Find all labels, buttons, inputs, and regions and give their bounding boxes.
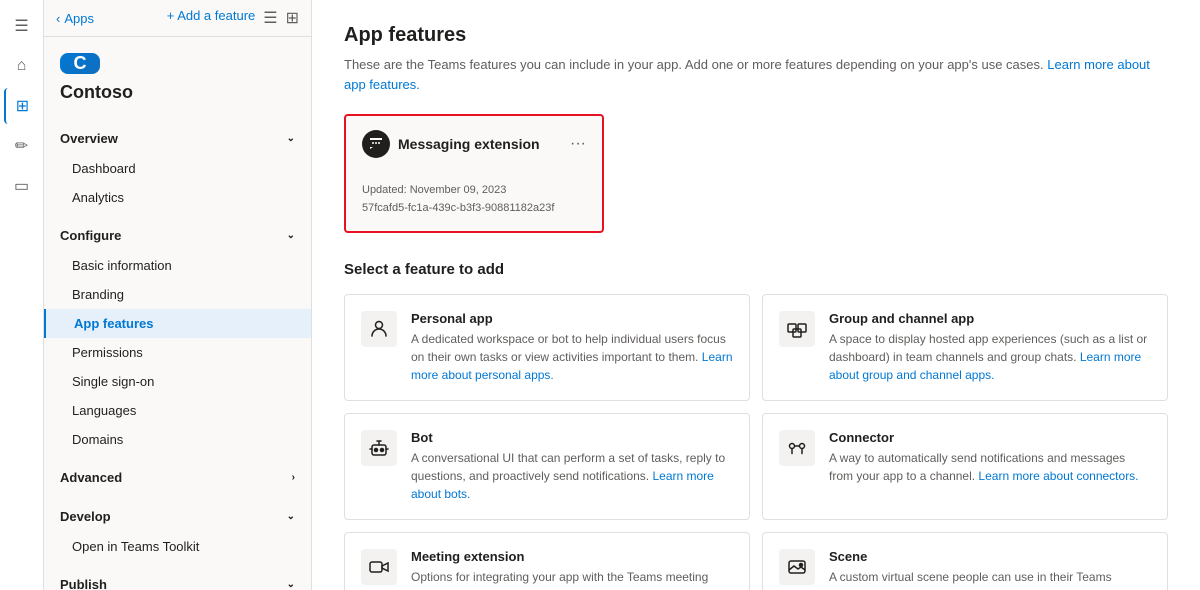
select-feature-title: Select a feature to add (344, 261, 1168, 278)
group-channel-icon (779, 311, 815, 347)
list-view-icon[interactable]: ☰ (263, 8, 277, 28)
subtitle-text: These are the Teams features you can inc… (344, 57, 1044, 72)
meeting-extension-desc: Options for integrating your app with th… (411, 568, 733, 590)
publish-section: Publish ⌄ (44, 565, 311, 590)
configure-label: Configure (60, 228, 121, 243)
card-name: Messaging extension (398, 136, 540, 152)
meeting-extension-title: Meeting extension (411, 549, 733, 564)
advanced-header[interactable]: Advanced › (44, 462, 311, 493)
card-more-options[interactable]: ··· (570, 135, 586, 153)
header-actions: + Add a feature ☰ ⊞ (167, 8, 299, 28)
app-initial: C (74, 53, 87, 74)
scene-icon (779, 549, 815, 585)
publish-chevron: ⌄ (287, 579, 295, 590)
chevron-left-icon: ‹ (56, 11, 60, 26)
main-content: App features These are the Teams feature… (312, 0, 1200, 590)
sidebar-item-branding[interactable]: Branding (44, 280, 311, 309)
sidebar-item-sso[interactable]: Single sign-on (44, 367, 311, 396)
card-meta: Updated: November 09, 2023 57fcafd5-fc1a… (362, 182, 586, 217)
group-channel-link[interactable]: Learn more about group and channel apps. (829, 350, 1141, 382)
overview-chevron: ⌄ (287, 133, 295, 144)
meeting-extension-tile[interactable]: Meeting extension Options for integratin… (344, 532, 750, 590)
left-rail: ☰ ⌂ ⊞ ✏ ▭ (0, 0, 44, 590)
window-icon[interactable]: ▭ (4, 168, 40, 204)
connector-link[interactable]: Learn more about connectors. (978, 469, 1138, 483)
card-header: Messaging extension ··· (362, 130, 586, 158)
develop-chevron: ⌄ (287, 511, 295, 522)
connector-desc: A way to automatically send notification… (829, 449, 1151, 485)
messaging-extension-card[interactable]: Messaging extension ··· Updated: Novembe… (344, 114, 604, 233)
bot-link[interactable]: Learn more about bots. (411, 469, 714, 501)
app-name: Contoso (44, 82, 311, 119)
sidebar-item-analytics[interactable]: Analytics (44, 183, 311, 212)
app-logo: C (60, 53, 100, 74)
back-to-apps[interactable]: ‹ Apps (56, 11, 94, 26)
bot-title: Bot (411, 430, 733, 445)
sidebar-item-domains[interactable]: Domains (44, 425, 311, 454)
sidebar-item-languages[interactable]: Languages (44, 396, 311, 425)
overview-label: Overview (60, 131, 118, 146)
messaging-icon (362, 130, 390, 158)
publish-label: Publish (60, 577, 107, 590)
publish-header[interactable]: Publish ⌄ (44, 569, 311, 590)
configure-chevron: ⌄ (287, 230, 295, 241)
apps-icon[interactable]: ⊞ (4, 88, 40, 124)
connector-tile[interactable]: Connector A way to automatically send no… (762, 413, 1168, 520)
personal-app-icon (361, 311, 397, 347)
develop-header[interactable]: Develop ⌄ (44, 501, 311, 532)
personal-app-link[interactable]: Learn more about personal apps. (411, 350, 733, 382)
connector-content: Connector A way to automatically send no… (829, 430, 1151, 503)
scene-title: Scene (829, 549, 1151, 564)
overview-section: Overview ⌄ Dashboard Analytics (44, 119, 311, 216)
bot-tile[interactable]: Bot A conversational UI that can perform… (344, 413, 750, 520)
card-updated: Updated: November 09, 2023 (362, 182, 586, 200)
card-id: 57fcafd5-fc1a-439c-b3f3-90881182a23f (362, 200, 586, 218)
page-title: App features (344, 24, 1168, 47)
sidebar-header: ‹ Apps + Add a feature ☰ ⊞ (44, 0, 311, 37)
sidebar: ‹ Apps + Add a feature ☰ ⊞ C Contoso Ove… (44, 0, 312, 590)
connector-icon (779, 430, 815, 466)
sidebar-item-permissions[interactable]: Permissions (44, 338, 311, 367)
personal-app-desc: A dedicated workspace or bot to help ind… (411, 330, 733, 384)
grid-view-icon[interactable]: ⊞ (286, 8, 299, 28)
develop-section: Develop ⌄ Open in Teams Toolkit (44, 497, 311, 565)
group-channel-tile[interactable]: Group and channel app A space to display… (762, 294, 1168, 401)
scene-content: Scene A custom virtual scene people can … (829, 549, 1151, 590)
bot-desc: A conversational UI that can perform a s… (411, 449, 733, 503)
sidebar-item-dashboard[interactable]: Dashboard (44, 154, 311, 183)
group-channel-content: Group and channel app A space to display… (829, 311, 1151, 384)
scene-tile[interactable]: Scene A custom virtual scene people can … (762, 532, 1168, 590)
sidebar-item-basic-info[interactable]: Basic information (44, 251, 311, 280)
personal-app-tile[interactable]: Personal app A dedicated workspace or bo… (344, 294, 750, 401)
bot-icon (361, 430, 397, 466)
meeting-extension-icon (361, 549, 397, 585)
group-channel-desc: A space to display hosted app experience… (829, 330, 1151, 384)
bot-content: Bot A conversational UI that can perform… (411, 430, 733, 503)
home-icon[interactable]: ⌂ (4, 48, 40, 84)
sidebar-item-teams-toolkit[interactable]: Open in Teams Toolkit (44, 532, 311, 561)
configure-header[interactable]: Configure ⌄ (44, 220, 311, 251)
overview-header[interactable]: Overview ⌄ (44, 123, 311, 154)
apps-back-label: Apps (64, 11, 94, 26)
configure-section: Configure ⌄ Basic information Branding A… (44, 216, 311, 458)
advanced-section: Advanced › (44, 458, 311, 497)
features-grid: Personal app A dedicated workspace or bo… (344, 294, 1168, 590)
personal-app-content: Personal app A dedicated workspace or bo… (411, 311, 733, 384)
advanced-chevron: › (292, 472, 295, 483)
hamburger-icon[interactable]: ☰ (4, 8, 40, 44)
sidebar-item-app-features[interactable]: App features (44, 309, 311, 338)
page-subtitle: These are the Teams features you can inc… (344, 55, 1168, 94)
scene-desc: A custom virtual scene people can use in… (829, 568, 1151, 590)
card-title-row: Messaging extension (362, 130, 540, 158)
edit-icon[interactable]: ✏ (4, 128, 40, 164)
meeting-extension-content: Meeting extension Options for integratin… (411, 549, 733, 590)
personal-app-title: Personal app (411, 311, 733, 326)
develop-label: Develop (60, 509, 111, 524)
connector-title: Connector (829, 430, 1151, 445)
advanced-label: Advanced (60, 470, 122, 485)
group-channel-title: Group and channel app (829, 311, 1151, 326)
add-feature-label[interactable]: + Add a feature (167, 8, 256, 28)
